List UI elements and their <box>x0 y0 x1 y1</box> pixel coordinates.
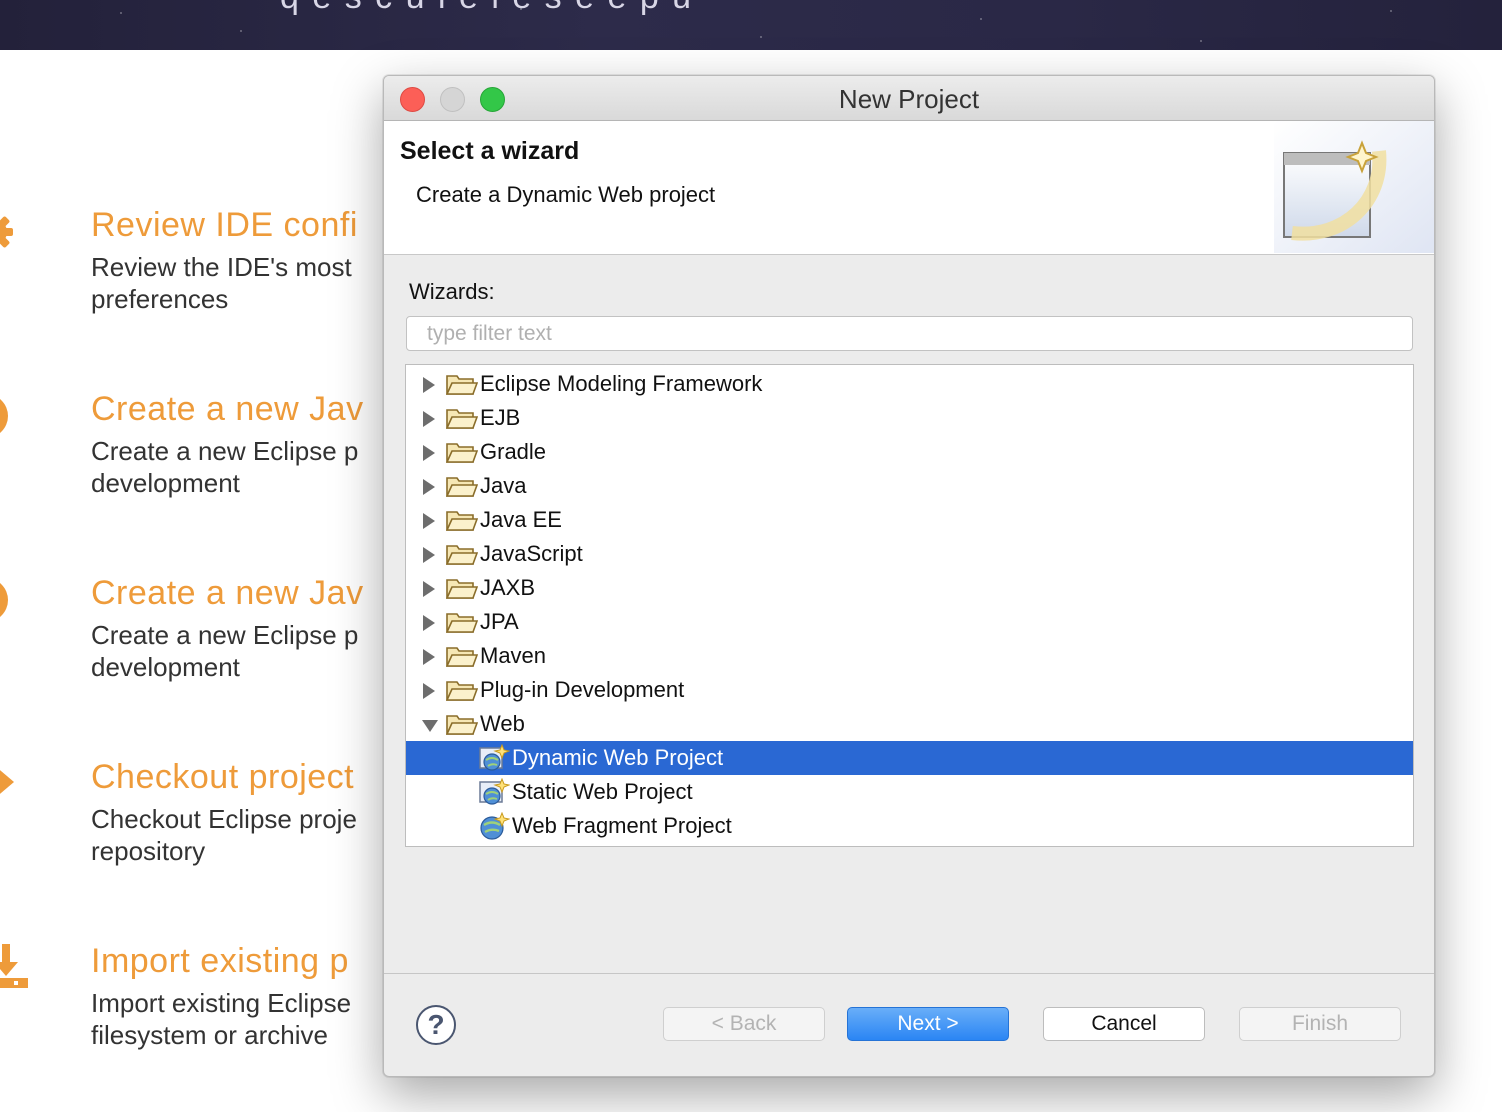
tree-folder-java[interactable]: Java <box>406 469 1413 503</box>
welcome-item-title: Review IDE confi <box>91 206 358 244</box>
folder-icon <box>446 681 478 701</box>
expand-arrow-icon[interactable] <box>422 435 440 469</box>
back-button[interactable]: < Back <box>663 1007 825 1041</box>
folder-icon <box>446 545 478 565</box>
welcome-item-desc: Create a new Eclipse p <box>91 436 359 466</box>
tree-folder-emf[interactable]: Eclipse Modeling Framework <box>406 367 1413 401</box>
tree-item-label: Java EE <box>480 507 562 532</box>
folder-icon <box>446 375 478 395</box>
tree-folder-java-ee[interactable]: Java EE <box>406 503 1413 537</box>
plus-circle-icon <box>0 583 8 617</box>
collapse-arrow-icon[interactable] <box>422 707 440 741</box>
tree-folder-jpa[interactable]: JPA <box>406 605 1413 639</box>
expand-arrow-icon[interactable] <box>422 503 440 537</box>
folder-icon <box>446 647 478 667</box>
tree-item-label: JAXB <box>480 575 536 600</box>
finish-button[interactable]: Finish <box>1239 1007 1401 1041</box>
expand-arrow-icon[interactable] <box>422 367 440 401</box>
cancel-button[interactable]: Cancel <box>1043 1007 1205 1041</box>
new-project-dialog: New Project Select a wizard Create a Dyn… <box>383 75 1435 1077</box>
expand-arrow-icon[interactable] <box>422 605 440 639</box>
page-title: Select a wizard <box>400 137 580 165</box>
welcome-item-desc: Create a new Eclipse p <box>91 620 359 650</box>
folder-icon <box>446 613 478 633</box>
tree-folder-ejb[interactable]: EJB <box>406 401 1413 435</box>
expand-arrow-icon[interactable] <box>422 639 440 673</box>
welcome-item-desc: development <box>91 652 240 682</box>
wizards-label: Wizards: <box>409 279 495 304</box>
wizard-tree[interactable]: Eclipse Modeling Framework EJB Gradle Ja… <box>405 364 1414 847</box>
tree-item-label: Dynamic Web Project <box>512 745 724 770</box>
welcome-item-desc: development <box>91 468 240 498</box>
tree-item-label: Java <box>480 473 527 498</box>
expand-arrow-icon[interactable] <box>422 469 440 503</box>
welcome-banner: q e s c u i e i e s e e p u <box>0 0 1502 50</box>
folder-icon <box>446 477 478 497</box>
tree-folder-gradle[interactable]: Gradle <box>406 435 1413 469</box>
dialog-titlebar[interactable]: New Project <box>384 76 1434 121</box>
expand-arrow-icon[interactable] <box>422 571 440 605</box>
welcome-item-desc: Import existing Eclipse <box>91 988 352 1018</box>
welcome-item-title: Create a new Jav <box>91 390 364 428</box>
tree-folder-maven[interactable]: Maven <box>406 639 1413 673</box>
dynamic-web-project-icon <box>479 744 510 771</box>
welcome-item-desc: filesystem or archive <box>91 1020 328 1050</box>
wizard-header: Select a wizard Create a Dynamic Web pro… <box>384 121 1434 255</box>
tree-folder-web[interactable]: Web <box>406 707 1413 741</box>
tree-item-dynamic-web-project[interactable]: Dynamic Web Project <box>406 741 1413 775</box>
window-title: New Project <box>838 84 980 114</box>
welcome-item-desc: Checkout Eclipse proje <box>91 804 357 834</box>
expand-arrow-icon[interactable] <box>422 673 440 707</box>
folder-open-icon <box>446 715 478 735</box>
tree-item-static-web-project[interactable]: Static Web Project <box>406 775 1413 809</box>
help-button[interactable]: ? <box>416 1005 456 1045</box>
next-button[interactable]: Next > <box>847 1007 1009 1041</box>
tree-folder-javascript[interactable]: JavaScript <box>406 537 1413 571</box>
plus-circle-icon <box>0 399 8 433</box>
tree-item-label: Web Fragment Project <box>512 813 732 838</box>
web-fragment-project-icon <box>480 812 510 840</box>
welcome-item-desc: preferences <box>91 284 229 314</box>
banner-text: q e s c u i e i e s e e p u <box>280 0 693 17</box>
folder-icon <box>446 409 478 429</box>
tree-item-web-fragment-project[interactable]: Web Fragment Project <box>406 809 1413 843</box>
welcome-item-desc: Review the IDE's most <box>91 252 352 282</box>
expand-arrow-icon[interactable] <box>422 401 440 435</box>
footer-divider <box>384 973 1434 974</box>
tree-item-label: Maven <box>480 643 547 668</box>
tree-item-label: Web <box>480 711 525 736</box>
welcome-item-title: Checkout project <box>91 758 355 796</box>
filter-input[interactable] <box>406 316 1413 351</box>
tree-item-label: EJB <box>480 405 521 430</box>
welcome-item-title: Import existing p <box>91 942 349 980</box>
folder-icon <box>446 511 478 531</box>
static-web-project-icon <box>479 778 510 805</box>
welcome-item-title: Create a new Jav <box>91 574 364 612</box>
tree-item-label: Plug-in Development <box>480 677 685 702</box>
folder-icon <box>446 579 478 599</box>
page-description: Create a Dynamic Web project <box>416 182 716 207</box>
tree-item-label: Eclipse Modeling Framework <box>480 371 763 396</box>
git-icon <box>0 770 14 794</box>
tree-item-label: Static Web Project <box>512 779 693 804</box>
welcome-item-desc: repository <box>91 836 206 866</box>
wizard-banner-icon <box>1274 121 1434 253</box>
folder-icon <box>446 443 478 463</box>
tree-folder-jaxb[interactable]: JAXB <box>406 571 1413 605</box>
import-icon <box>0 944 28 988</box>
tree-item-label: Gradle <box>480 439 547 464</box>
tree-item-label: JavaScript <box>480 541 583 566</box>
expand-arrow-icon[interactable] <box>422 537 440 571</box>
tree-folder-plugin-development[interactable]: Plug-in Development <box>406 673 1413 707</box>
tree-item-label: JPA <box>480 609 519 634</box>
gear-icon <box>0 216 13 248</box>
